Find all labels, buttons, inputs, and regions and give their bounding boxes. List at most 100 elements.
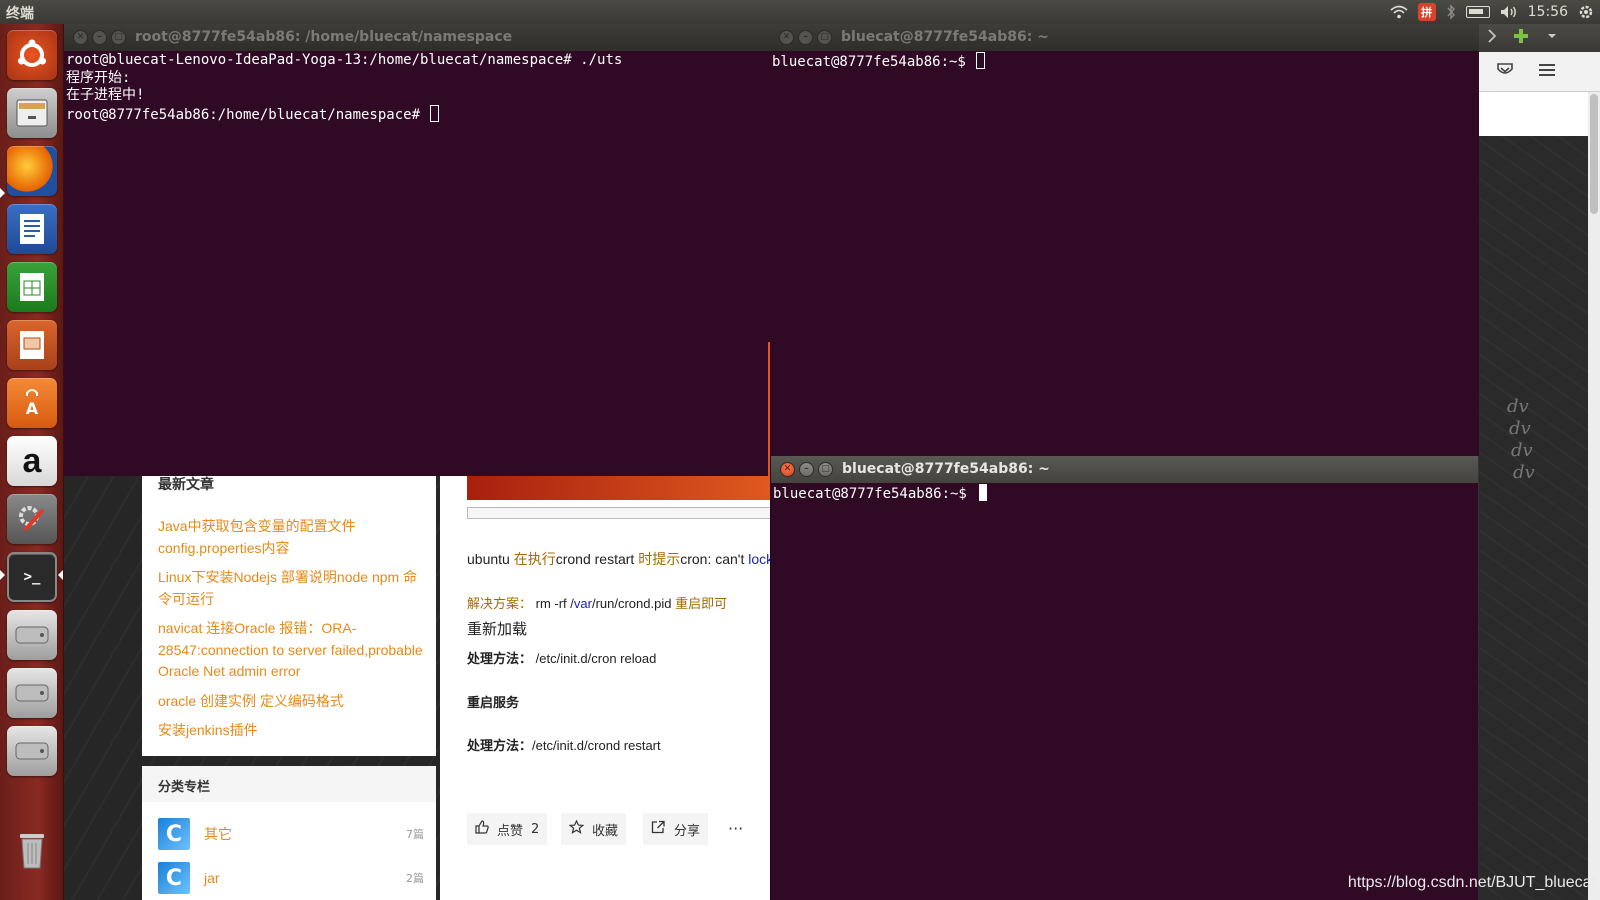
blog-page: 最新文章 Java中获取包含变量的配置文件config.properties内容… xyxy=(64,476,770,900)
article-line: ubuntu 在执行crond restart 时提示cron: can't l… xyxy=(467,551,770,567)
window-titlebar[interactable]: ✕ – □ bluecat@8777fe54ab86: ~ xyxy=(771,456,1478,483)
article-link[interactable]: 安装jenkins插件 xyxy=(158,720,428,742)
presentation-icon[interactable] xyxy=(7,320,57,370)
battery-icon[interactable] xyxy=(1465,6,1490,18)
maximize-icon[interactable]: □ xyxy=(817,30,832,45)
terminal-output[interactable]: bluecat@8777fe54ab86:~$ xyxy=(771,483,1478,900)
file-cabinet-icon[interactable] xyxy=(7,88,57,138)
app-title: 终端 xyxy=(6,6,34,22)
shopping-bag-icon[interactable]: A xyxy=(7,378,57,428)
input-method-icon[interactable]: 拼 xyxy=(1417,3,1436,21)
amazon-icon[interactable]: a xyxy=(7,436,57,486)
gear-icon[interactable] xyxy=(1578,3,1594,21)
terminal-line: root@bluecat-Lenovo-IdeaPad-Yoga-13:/hom… xyxy=(66,52,623,68)
firefox-icon[interactable] xyxy=(7,146,57,196)
clock[interactable]: 15:56 xyxy=(1528,3,1568,21)
window-title: bluecat@8777fe54ab86: ~ xyxy=(841,29,1049,45)
chalk-drawing: dv xyxy=(1513,462,1535,483)
maximize-icon[interactable]: □ xyxy=(818,462,833,477)
tools-icon[interactable] xyxy=(7,494,57,544)
window-titlebar[interactable]: ✕ – □ bluecat@8777fe54ab86: ~ xyxy=(770,24,1479,51)
category-name[interactable]: jar xyxy=(204,870,220,886)
terminal-prompt: root@8777fe54ab86:/home/bluecat/namespac… xyxy=(66,106,429,123)
window-controls: ✕ – □ xyxy=(779,30,832,45)
drive-icon[interactable] xyxy=(7,726,57,776)
minimize-icon[interactable]: – xyxy=(799,462,814,477)
window-controls: ✕ – □ xyxy=(73,30,126,45)
terminal-window-user-bottom[interactable]: ✕ – □ bluecat@8777fe54ab86: ~ bluecat@87… xyxy=(770,456,1478,900)
chalkboard-background: dv dv dv dv xyxy=(1479,136,1600,900)
category-name[interactable]: 其它 xyxy=(204,824,232,844)
article-divider xyxy=(467,507,770,519)
like-count: 2 xyxy=(531,821,540,837)
star-icon xyxy=(568,819,585,838)
categories-heading: 分类专栏 xyxy=(142,766,436,802)
terminal-window-user-top[interactable]: ✕ – □ bluecat@8777fe54ab86: ~ bluecat@87… xyxy=(770,24,1479,456)
more-icon[interactable]: ··· xyxy=(728,819,743,838)
category-thumb-icon: C xyxy=(158,862,190,894)
article-link[interactable]: Java中获取包含变量的配置文件config.properties内容 xyxy=(158,516,428,559)
minimize-icon[interactable]: – xyxy=(798,30,813,45)
terminal-line: 在子进程中! xyxy=(66,87,145,103)
terminal-output[interactable]: root@bluecat-Lenovo-IdeaPad-Yoga-13:/hom… xyxy=(64,51,770,476)
close-icon[interactable]: ✕ xyxy=(779,30,794,45)
article-link[interactable]: navicat 连接Oracle 报错：ORA-28547:connection… xyxy=(158,618,428,683)
like-button[interactable]: 点赞 2 xyxy=(467,813,548,845)
latest-articles-panel: 最新文章 Java中获取包含变量的配置文件config.properties内容… xyxy=(142,476,436,756)
window-controls: ✕ – □ xyxy=(780,462,833,477)
latest-articles-heading: 最新文章 xyxy=(158,477,214,493)
article-line: 处理方法： /etc/init.d/cron reload xyxy=(467,651,657,666)
chalk-drawing: dv xyxy=(1509,418,1531,439)
window-title: root@8777fe54ab86: /home/bluecat/namespa… xyxy=(135,29,513,45)
category-item[interactable]: C 其它 7篇 xyxy=(158,818,424,850)
category-count: 2篇 xyxy=(406,872,424,885)
terminal-prompt: bluecat@8777fe54ab86:~$ xyxy=(772,54,975,70)
pocket-icon[interactable] xyxy=(1497,62,1513,81)
spreadsheet-icon[interactable] xyxy=(7,262,57,312)
svg-text:A: A xyxy=(26,399,39,418)
article-content: ubuntu 在执行crond restart 时提示cron: can't l… xyxy=(440,476,770,900)
latest-articles-list: Java中获取包含变量的配置文件config.properties内容 Linu… xyxy=(158,516,428,750)
cursor xyxy=(430,104,440,122)
browser-window-edge: dv dv dv dv xyxy=(1479,52,1600,900)
article-line: 重启服务 xyxy=(467,695,520,710)
drive-icon[interactable] xyxy=(7,610,57,660)
trash-icon[interactable] xyxy=(7,824,57,874)
category-thumb-icon: C xyxy=(158,818,190,850)
article-link[interactable]: Linux下安装Nodejs 部署说明node npm 命令可运行 xyxy=(158,567,428,610)
bluetooth-icon[interactable] xyxy=(1446,3,1456,21)
window-titlebar[interactable]: ✕ – □ root@8777fe54ab86: /home/bluecat/n… xyxy=(64,24,770,51)
close-icon[interactable]: ✕ xyxy=(780,462,795,477)
active-indicator xyxy=(0,570,5,580)
share-label: 分享 xyxy=(674,823,701,839)
ubuntu-logo-icon[interactable] xyxy=(7,30,57,80)
cursor xyxy=(976,52,986,69)
article-line: 解决方案： rm -rf /var/run/crond.pid 重启即可 xyxy=(467,596,728,611)
share-button[interactable]: 分享 xyxy=(643,813,709,845)
close-icon[interactable]: ✕ xyxy=(73,30,88,45)
chalk-drawing: dv xyxy=(1511,440,1533,461)
categories-panel: 分类专栏 C 其它 7篇 C jar 2篇 xyxy=(142,766,436,900)
drive-icon[interactable] xyxy=(7,668,57,718)
cursor xyxy=(979,484,988,501)
menu-icon[interactable] xyxy=(1539,62,1555,81)
favorite-button[interactable]: 收藏 xyxy=(561,813,627,845)
article-line: 处理方法：/etc/init.d/crond restart xyxy=(467,738,661,753)
volume-icon[interactable] xyxy=(1500,3,1518,21)
terminal-prompt: bluecat@8777fe54ab86:~$ xyxy=(773,486,976,502)
watermark: https://blog.csdn.net/BJUT_bluecat xyxy=(1347,874,1596,891)
category-item[interactable]: C jar 2篇 xyxy=(158,862,424,894)
thumbs-up-icon xyxy=(475,820,489,838)
chevron-right-icon[interactable] xyxy=(1487,28,1497,48)
wifi-icon[interactable] xyxy=(1390,3,1408,21)
minimize-icon[interactable]: – xyxy=(92,30,107,45)
terminal-window-root[interactable]: ✕ – □ root@8777fe54ab86: /home/bluecat/n… xyxy=(64,24,770,476)
article-link[interactable]: oracle 创建实例 定义编码格式 xyxy=(158,691,428,713)
new-tab-icon[interactable] xyxy=(1513,28,1529,48)
maximize-icon[interactable]: □ xyxy=(111,30,126,45)
browser-scroll-thumb[interactable] xyxy=(1590,94,1598,214)
chevron-down-icon[interactable] xyxy=(1547,28,1557,48)
terminal-output[interactable]: bluecat@8777fe54ab86:~$ xyxy=(770,51,1479,456)
terminal-icon[interactable]: >_ xyxy=(7,552,57,602)
document-icon[interactable] xyxy=(7,204,57,254)
